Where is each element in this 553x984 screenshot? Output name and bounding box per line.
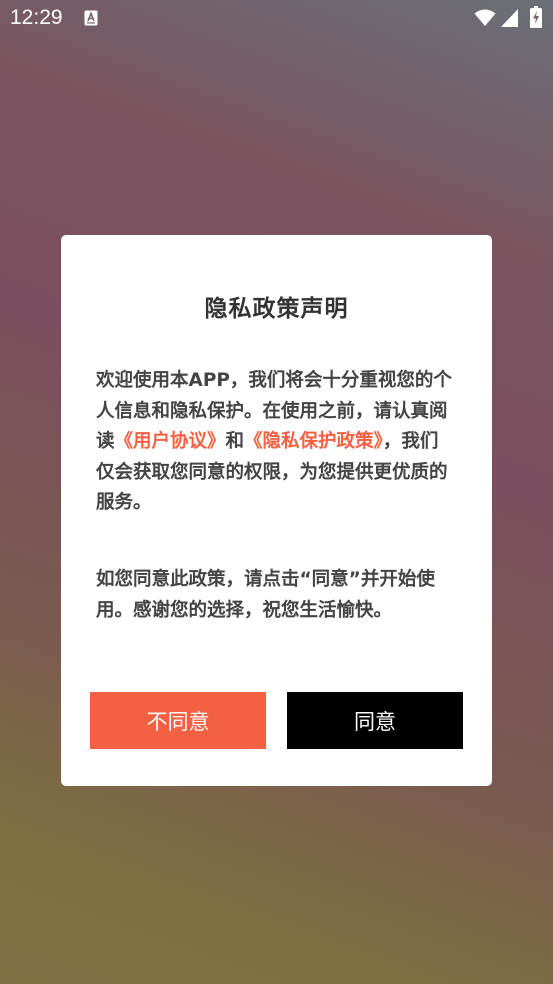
wifi-icon bbox=[474, 9, 496, 26]
consent-paragraph: 如您同意此政策，请点击“同意”并开始使用。感谢您的选择，祝您生活愉快。 bbox=[96, 569, 435, 621]
disagree-button[interactable]: 不同意 bbox=[90, 692, 266, 749]
and-text: 和 bbox=[225, 431, 245, 452]
notification-icon bbox=[84, 10, 98, 26]
privacy-dialog: 隐私政策声明 欢迎使用本APP，我们将会十分重视您的个人信息和隐私保护。在使用之… bbox=[61, 235, 492, 786]
agree-button[interactable]: 同意 bbox=[287, 692, 463, 749]
privacy-intro-paragraph: 欢迎使用本APP，我们将会十分重视您的个人信息和隐私保护。在使用之前，请认真阅读… bbox=[96, 366, 456, 519]
dialog-title: 隐私政策声明 bbox=[204, 296, 349, 322]
status-bar: 12:29 bbox=[0, 0, 553, 38]
privacy-policy-link[interactable]: 《隐私保护政策》 bbox=[244, 431, 383, 452]
battery-charging-icon bbox=[530, 6, 542, 28]
status-time: 12:29 bbox=[10, 6, 63, 29]
signal-icon bbox=[501, 9, 518, 27]
user-agreement-link[interactable]: 《用户协议》 bbox=[115, 431, 226, 452]
